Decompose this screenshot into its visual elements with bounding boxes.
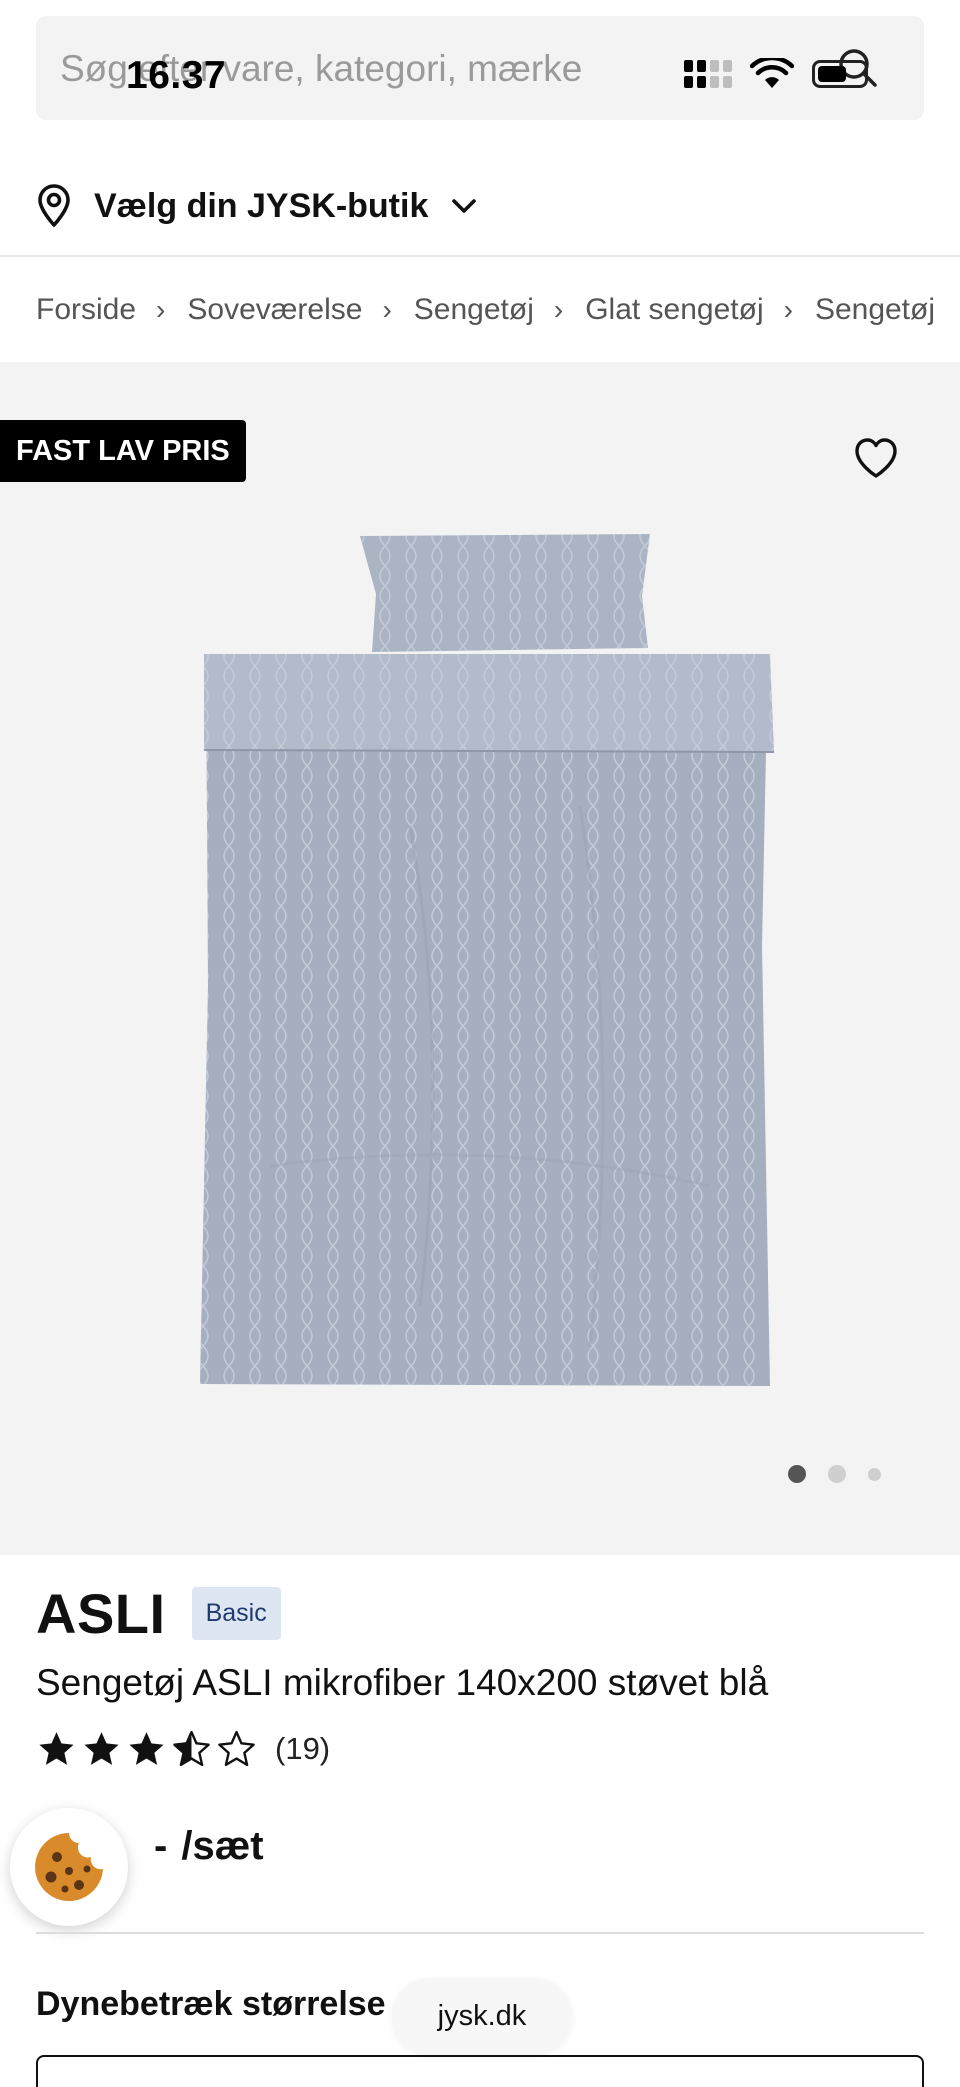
star-icon (39, 1731, 74, 1765)
gallery-pagination (788, 1465, 881, 1483)
gallery-dot[interactable] (868, 1467, 881, 1481)
battery-icon (812, 60, 868, 88)
cookie-settings-button[interactable] (10, 1808, 128, 1926)
breadcrumb-item-sengetoj[interactable]: Sengetøj (414, 293, 534, 327)
brand-row: ASLI Basic (36, 1578, 281, 1648)
breadcrumb-item-glat-sengetoj[interactable]: Glat sengetøj (585, 293, 763, 327)
product-image (200, 534, 775, 1386)
review-count[interactable]: (19) (275, 1731, 330, 1767)
breadcrumb-item-forside[interactable]: Forside (36, 293, 136, 327)
size-select[interactable] (36, 2055, 924, 2087)
cookie-icon (35, 1833, 104, 1901)
basic-tag: Basic (191, 1586, 281, 1640)
price-value: - (154, 1823, 168, 1868)
heart-icon[interactable] (852, 434, 900, 482)
size-label: Dynebetræk størrelse (36, 1985, 386, 2023)
store-selector[interactable]: Vælg din JYSK-butik (36, 180, 478, 232)
star-icon (84, 1731, 119, 1765)
status-time: 16.37 (126, 54, 227, 97)
divider (36, 1932, 924, 1934)
breadcrumb: Forside › Soveværelse › Sengetøj › Glat … (36, 286, 935, 334)
location-pin-icon (38, 184, 70, 227)
breadcrumb-item-sengetoj-current[interactable]: Sengetøj (815, 293, 935, 327)
breadcrumb-item-sovevaerelse[interactable]: Soveværelse (187, 293, 362, 327)
product-title: Sengetøj ASLI mikrofiber 140x200 støvet … (36, 1662, 769, 1703)
star-icon (129, 1731, 164, 1765)
brand-name: ASLI (36, 1581, 166, 1645)
store-label[interactable]: Vælg din JYSK-butik (94, 187, 428, 226)
price-unit: /sæt (181, 1823, 264, 1868)
star-half-icon (173, 1730, 210, 1766)
gallery-dot[interactable] (828, 1465, 846, 1483)
star-empty-icon (218, 1730, 255, 1766)
chevron-right-icon: › (783, 294, 793, 325)
gallery-dot-active[interactable] (788, 1465, 806, 1483)
price-badge: FAST LAV PRIS (0, 420, 246, 482)
chevron-right-icon: › (553, 294, 564, 325)
chevron-down-icon[interactable] (450, 196, 478, 216)
cellular-signal-icon (684, 60, 732, 88)
chevron-right-icon: › (382, 294, 392, 325)
chevron-right-icon: › (156, 294, 166, 325)
rating[interactable]: (19) (36, 1724, 330, 1774)
browser-url-pill[interactable]: jysk.dk (392, 1978, 572, 2054)
wifi-icon (750, 58, 794, 88)
divider (0, 255, 960, 257)
status-icons (684, 54, 868, 94)
